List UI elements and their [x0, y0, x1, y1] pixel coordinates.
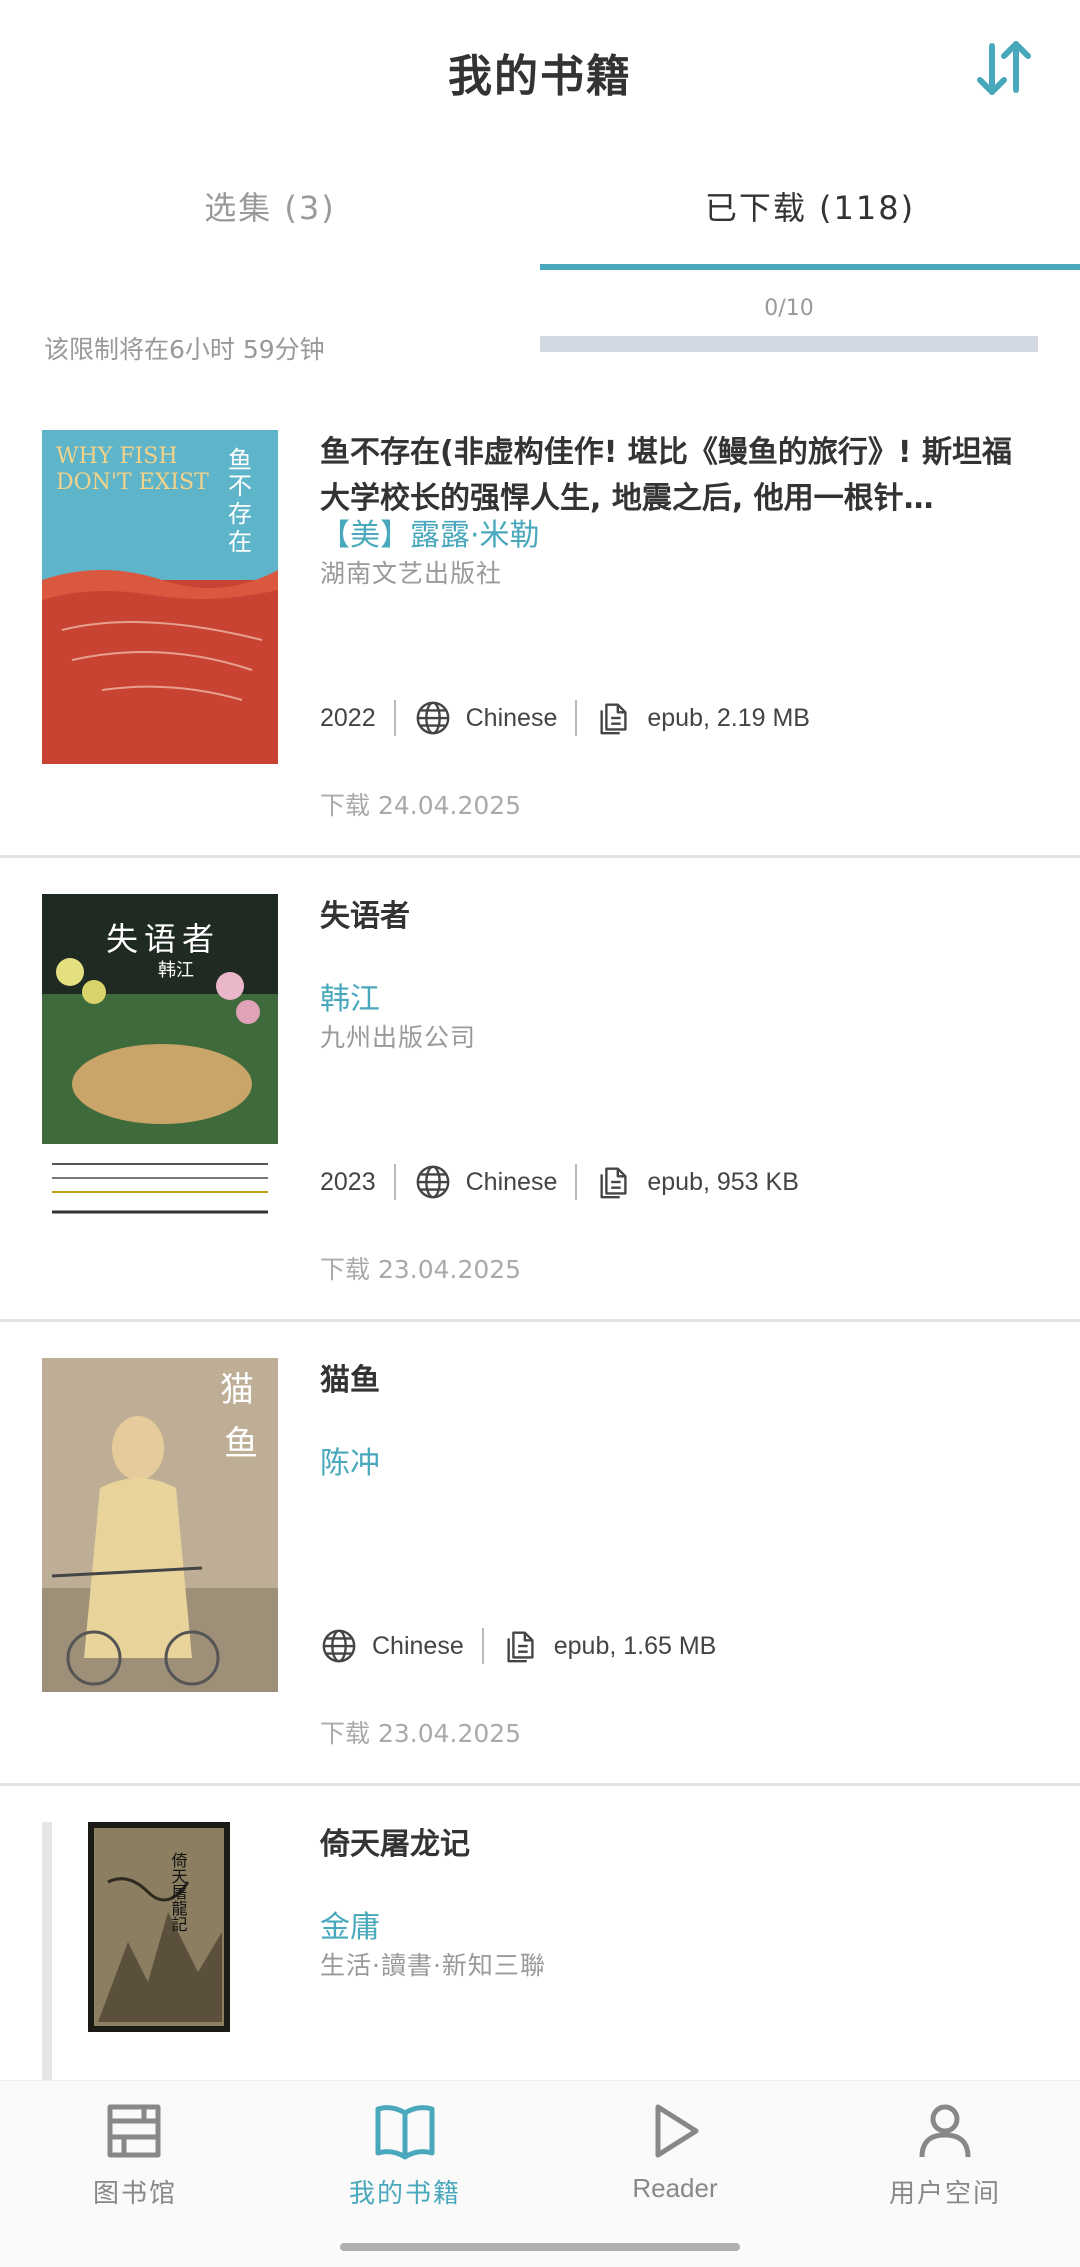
book-author[interactable]: 【美】露露·米勒: [320, 510, 540, 554]
book-publisher: 生活·讀書·新知三聯: [320, 1951, 546, 1980]
book-cover[interactable]: 猫 鱼: [42, 1358, 278, 1692]
sort-arrows-icon: [977, 41, 1031, 95]
globe-icon: [416, 701, 450, 735]
cover-title-zh: 鱼: [228, 446, 252, 474]
book-title: 失语者: [320, 899, 410, 934]
app-header: 我的书籍: [0, 0, 1080, 140]
book-language: Chinese: [465, 1167, 558, 1196]
nav-label: 我的书籍: [348, 2179, 461, 2209]
book-language: Chinese: [465, 703, 558, 732]
cover-author: 韩江: [158, 960, 194, 981]
book-file-info: epub, 953 KB: [647, 1167, 799, 1196]
tab-downloaded[interactable]: 已下载 (118): [540, 170, 1080, 270]
book-publisher: 湖南文艺出版社: [320, 559, 503, 588]
tab-collections[interactable]: 选集 (3): [0, 170, 540, 270]
cover-title-zh: 不存在: [228, 472, 252, 556]
download-limit-note: 该限制将在6小时 59分钟: [44, 335, 325, 364]
book-title: 鱼不存在(非虚构佳作! 堪比《鳗鱼的旅行》! 斯坦福大学校长的强悍人生, 地震之…: [320, 435, 1012, 516]
divider: [575, 1164, 578, 1200]
book-year: 2022: [320, 703, 376, 732]
book-file-info: epub, 1.65 MB: [553, 1631, 717, 1660]
user-icon: [919, 2104, 971, 2158]
play-icon: [655, 2104, 699, 2158]
book-cover[interactable]: 倚天屠龍記: [88, 1822, 230, 2032]
book-item[interactable]: WHY FISH DON'T EXIST 鱼 不存在 鱼不存在(非虚构佳作! 堪…: [0, 394, 1080, 858]
download-limit-progress-bar: [540, 336, 1038, 352]
book-title: 倚天屠龙记: [320, 1827, 470, 1862]
book-author[interactable]: 陈冲: [320, 1438, 380, 1482]
svg-text:倚天屠龍記: 倚天屠龍記: [169, 1852, 188, 1932]
download-date: 下载 23.04.2025: [320, 1255, 522, 1284]
nav-reader[interactable]: Reader: [540, 2099, 810, 2219]
download-date: 下载 24.04.2025: [320, 791, 522, 820]
nav-library[interactable]: 图书馆: [0, 2099, 270, 2219]
bottom-navigation: 图书馆 我的书籍 Reader 用户空间: [0, 2080, 1080, 2267]
nav-label: Reader: [632, 2173, 718, 2203]
divider: [393, 700, 396, 736]
book-language: Chinese: [372, 1631, 464, 1660]
download-limit-counter: 0/10: [764, 296, 814, 321]
book-meta: 2023 Chinese epub, 953 KB: [320, 1158, 799, 1206]
home-indicator[interactable]: [340, 2243, 740, 2251]
book-cover[interactable]: WHY FISH DON'T EXIST 鱼 不存在: [42, 430, 278, 764]
nav-user-space[interactable]: 用户空间: [810, 2099, 1080, 2219]
divider: [393, 1164, 396, 1200]
book-publisher: 九州出版公司: [320, 1023, 477, 1052]
page-title: 我的书籍: [448, 51, 632, 102]
book-item[interactable]: 猫 鱼 猫鱼 陈冲 Chinese epub, 1.65 MB 下载 23.04…: [0, 1322, 1080, 1786]
cover-title-en: WHY FISH: [56, 444, 178, 469]
divider: [481, 1628, 484, 1664]
file-icon: [600, 703, 627, 735]
book-author[interactable]: 韩江: [320, 974, 380, 1018]
cover-title-zh: 猫: [220, 1370, 254, 1410]
book-meta: 2022 Chinese epub, 2.19 MB: [320, 694, 810, 742]
open-book-icon: [375, 2105, 435, 2160]
library-icon: [107, 2104, 161, 2158]
divider: [575, 700, 578, 736]
nav-label: 图书馆: [92, 2179, 177, 2209]
book-author[interactable]: 金庸: [320, 1902, 380, 1946]
book-item[interactable]: 倚天屠龍記 倚天屠龙记 金庸 生活·讀書·新知三聯: [0, 1786, 1080, 2080]
book-file-info: epub, 2.19 MB: [647, 703, 810, 732]
tab-bar: 选集 (3) 已下载 (118): [0, 170, 1080, 270]
nav-my-books[interactable]: 我的书籍: [270, 2099, 540, 2219]
file-icon: [507, 1631, 534, 1663]
book-item[interactable]: 失语者 韩江 失语者 韩江 九州出版公司 2023 Chinese epub, …: [0, 858, 1080, 1322]
book-title: 猫鱼: [320, 1363, 380, 1398]
book-year: 2023: [320, 1167, 376, 1196]
book-meta: Chinese epub, 1.65 MB: [320, 1622, 716, 1670]
cover-title-zh: 失语者: [106, 920, 221, 958]
cover-title-zh: 鱼: [224, 1424, 258, 1464]
download-date: 下载 23.04.2025: [320, 1719, 522, 1748]
globe-icon: [322, 1629, 356, 1663]
cover-title-en: DON'T EXIST: [56, 470, 209, 495]
sort-button[interactable]: [972, 36, 1036, 100]
active-tab-indicator: [540, 264, 1080, 270]
nav-label: 用户空间: [888, 2179, 1001, 2209]
cover-spine: [42, 1822, 52, 2080]
globe-icon: [416, 1165, 450, 1199]
book-cover[interactable]: 失语者 韩江: [42, 894, 278, 1228]
file-icon: [600, 1167, 627, 1199]
